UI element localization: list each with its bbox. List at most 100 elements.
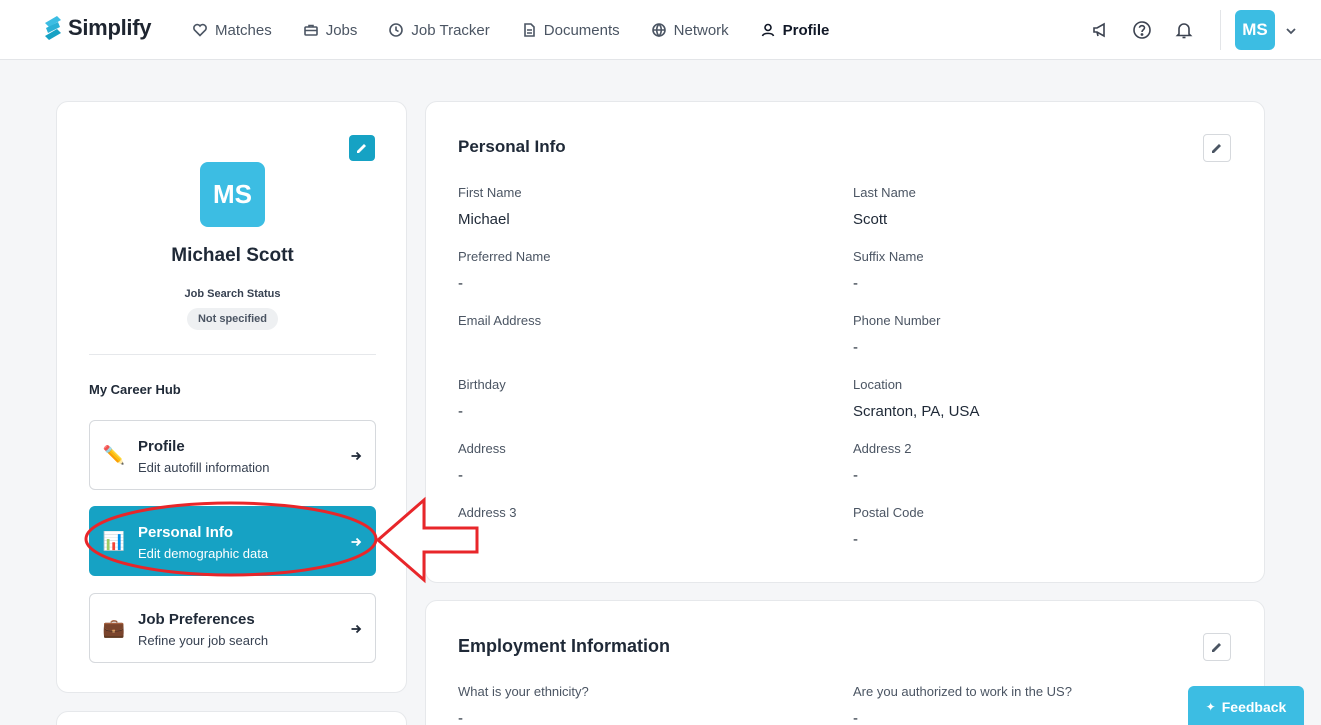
hub-item-profile[interactable]: ✏️ Profile Edit autofill information (89, 420, 376, 490)
employment-info-title: Employment Information (458, 636, 671, 656)
field-suffix-name: Suffix Name - (853, 249, 1213, 293)
job-search-status-label: Job Search Status (184, 288, 281, 300)
profile-summary-card: MS Michael Scott Job Search Status Not s… (56, 101, 407, 693)
hub-item-subtitle: Edit demographic data (138, 546, 269, 561)
nav-network[interactable]: Network (651, 22, 729, 39)
brand[interactable]: Simplify (42, 14, 151, 42)
hub-item-subtitle: Edit autofill information (138, 460, 270, 475)
main-nav: Matches Jobs Job Tracker Documents Netwo… (192, 0, 829, 60)
arrow-right-icon (350, 449, 362, 461)
field-value (458, 339, 818, 357)
field-label: Location (853, 377, 903, 392)
field-location: Location Scranton, PA, USA (853, 377, 1213, 421)
field-address-2: Address 2 - (853, 441, 1213, 485)
field-label: Suffix Name (853, 249, 924, 264)
personal-info-title: Personal Info (458, 137, 566, 156)
hub-item-title: Profile (138, 438, 185, 455)
user-icon (761, 23, 774, 37)
edit-employment-info-button[interactable] (1203, 633, 1231, 661)
nav-matches[interactable]: Matches (192, 22, 272, 39)
nav-label: Jobs (325, 21, 358, 39)
field-label: Are you authorized to work in the US? (853, 684, 1072, 699)
nav-label: Documents (543, 21, 620, 39)
simplify-logo-icon (45, 16, 61, 40)
nav-job-tracker[interactable]: Job Tracker (388, 22, 490, 39)
secondary-card (56, 711, 407, 725)
edit-personal-info-button[interactable] (1203, 134, 1231, 162)
field-value: - (853, 467, 858, 484)
hub-item-subtitle: Refine your job search (138, 633, 269, 648)
field-label: Address (458, 441, 506, 456)
field-label: Address 2 (853, 441, 912, 456)
feedback-label: Feedback (1221, 699, 1287, 715)
field-address-3: Address 3 - (458, 505, 818, 549)
field-label: Phone Number (853, 313, 941, 328)
nav-divider (1220, 10, 1221, 50)
nav-label: Matches (215, 21, 272, 39)
field-work-authorization: Are you authorized to work in the US? - (853, 684, 1213, 725)
hub-item-title: Job Preferences (138, 611, 255, 628)
profile-name: Michael Scott (171, 245, 294, 266)
megaphone-icon (1093, 22, 1105, 38)
field-birthday: Birthday - (458, 377, 818, 421)
brand-name: Simplify (68, 15, 152, 40)
edit-profile-button[interactable] (349, 135, 375, 161)
nav-profile[interactable]: Profile (760, 21, 830, 39)
nav-label: Network (673, 21, 729, 39)
field-value: - (853, 710, 858, 725)
field-address: Address - (458, 441, 818, 485)
field-label: Birthday (458, 377, 506, 392)
employment-info-card: Employment Information What is your ethn… (425, 600, 1265, 725)
field-preferred-name: Preferred Name - (458, 249, 818, 293)
field-value: - (853, 275, 858, 292)
career-hub-title: My Career Hub (89, 382, 181, 397)
field-value: - (458, 710, 463, 725)
field-last-name: Last Name Scott (853, 185, 1213, 229)
nav-documents[interactable]: Documents (521, 22, 620, 39)
user-avatar-button[interactable]: MS (1235, 10, 1275, 50)
nav-right: MS (1068, 0, 1297, 60)
field-ethnicity: What is your ethnicity? - (458, 684, 818, 725)
profile-avatar: MS (200, 162, 265, 227)
job-search-status-badge: Not specified (187, 308, 278, 330)
hub-item-job-preferences[interactable]: 💼 Job Preferences Refine your job search (89, 593, 376, 663)
field-label: Email Address (458, 313, 542, 328)
briefcase-icon (303, 24, 318, 36)
globe-icon (651, 23, 666, 38)
nav-jobs[interactable]: Jobs (303, 21, 358, 39)
account-menu-toggle[interactable] (1285, 24, 1297, 36)
hub-item-personal-info[interactable]: 📊 Personal Info Edit demographic data (89, 506, 376, 576)
pencil-icon (1212, 144, 1221, 153)
document-icon (523, 23, 535, 37)
field-phone-number: Phone Number - (853, 313, 1213, 357)
field-postal-code: Postal Code - (853, 505, 1213, 549)
field-value: Scott (853, 211, 888, 228)
arrow-right-icon (350, 622, 362, 634)
card-divider (89, 354, 376, 355)
help-button[interactable] (1132, 20, 1152, 40)
field-first-name: First Name Michael (458, 185, 818, 229)
top-nav: Simplify Matches Jobs Job Tracker Docume… (0, 0, 1321, 60)
nav-label: Profile (782, 21, 830, 39)
arrow-right-icon (350, 535, 362, 547)
briefcase-emoji-icon: 💼 (102, 617, 126, 638)
field-email-address: Email Address (458, 313, 818, 357)
pencil-icon (1212, 643, 1221, 652)
personal-info-card: Personal Info First Name Michael Last Na… (425, 101, 1265, 583)
hub-item-title: Personal Info (138, 524, 234, 541)
feedback-button[interactable]: ✦ Feedback (1188, 686, 1304, 725)
field-label: Address 3 (458, 505, 517, 520)
field-value: - (853, 531, 858, 548)
field-value: Michael (458, 211, 510, 228)
chevron-down-icon (1286, 28, 1296, 35)
field-label: What is your ethnicity? (458, 684, 589, 699)
field-label: Preferred Name (458, 249, 551, 264)
announcements-button[interactable] (1090, 20, 1110, 40)
help-icon (1133, 21, 1151, 39)
field-label: First Name (458, 185, 522, 200)
clock-icon (389, 23, 404, 37)
pencil-icon (357, 144, 366, 153)
field-value: - (458, 467, 463, 484)
notifications-button[interactable] (1174, 20, 1194, 40)
bar-chart-emoji-icon: 📊 (102, 530, 126, 551)
